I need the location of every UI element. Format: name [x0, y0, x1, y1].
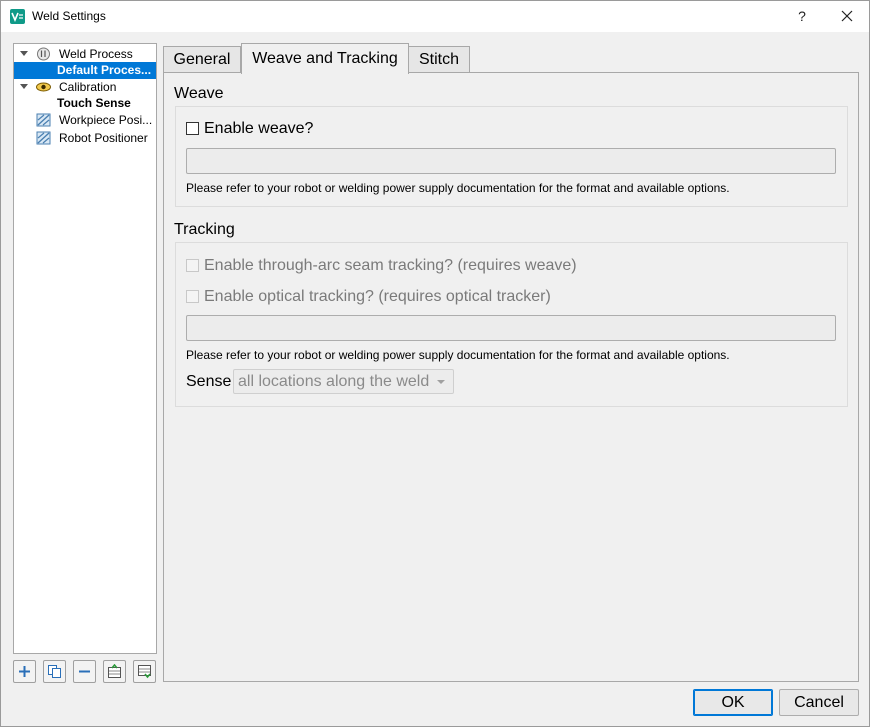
tree-item-robot-positioner[interactable]: Robot Positioner — [14, 130, 156, 146]
chevron-down-icon[interactable] — [20, 51, 28, 56]
copy-item-button[interactable] — [43, 660, 66, 683]
tab-general[interactable]: General — [163, 46, 241, 73]
positioner-icon — [36, 131, 51, 145]
enable-weave-label[interactable]: Enable weave? — [204, 120, 313, 138]
eye-icon — [36, 82, 51, 92]
tree-item-label: Touch Sense — [57, 96, 131, 110]
export-icon — [138, 665, 151, 679]
ok-button[interactable]: OK — [693, 689, 773, 716]
title-bar: Weld Settings ? — [1, 1, 869, 32]
through-arc-tracking-label[interactable]: Enable through-arc seam tracking? (requi… — [204, 257, 577, 275]
help-button[interactable]: ? — [787, 4, 817, 28]
tree-item-label: Weld Process — [59, 47, 133, 61]
tree-item-label: Calibration — [59, 80, 117, 94]
cancel-button[interactable]: Cancel — [779, 689, 859, 716]
tree-item-default-process[interactable]: Default Proces... — [14, 62, 156, 79]
tree-item-label: Workpiece Posi... — [59, 113, 153, 127]
add-icon — [19, 666, 30, 677]
tab-weave-and-tracking[interactable]: Weave and Tracking — [241, 43, 409, 74]
optical-tracking-label[interactable]: Enable optical tracking? (requires optic… — [204, 288, 551, 306]
tracking-parameters-field[interactable] — [186, 315, 836, 341]
weave-parameters-field[interactable] — [186, 148, 836, 174]
chevron-down-icon[interactable] — [20, 84, 28, 89]
remove-icon — [79, 670, 90, 673]
remove-item-button[interactable] — [73, 660, 96, 683]
settings-tree[interactable]: Weld Process Default Proces... Calibrati… — [13, 43, 157, 654]
tracking-hint-text: Please refer to your robot or welding po… — [186, 348, 730, 362]
tree-item-label: Default Proces... — [57, 63, 152, 77]
optical-tracking-checkbox[interactable] — [186, 290, 199, 303]
through-arc-tracking-checkbox[interactable] — [186, 259, 199, 272]
tree-item-weld-process[interactable]: Weld Process — [14, 46, 156, 62]
enable-weave-checkbox[interactable] — [186, 122, 199, 135]
tree-item-label: Robot Positioner — [59, 131, 148, 145]
copy-icon — [48, 665, 61, 678]
export-item-button[interactable] — [133, 660, 156, 683]
sense-dropdown[interactable]: all locations along the weld — [233, 369, 454, 394]
tree-item-calibration[interactable]: Calibration — [14, 79, 156, 95]
weld-settings-dialog: Weld Settings ? Weld Process Default Pro… — [0, 0, 870, 727]
close-button[interactable] — [830, 4, 864, 28]
add-item-button[interactable] — [13, 660, 36, 683]
weave-section-title: Weave — [174, 85, 224, 102]
sense-label: Sense — [186, 373, 232, 390]
sense-selected-value: all locations along the weld — [238, 373, 430, 390]
positioner-icon — [36, 113, 51, 127]
tree-item-touch-sense[interactable]: Touch Sense — [14, 95, 156, 111]
tab-stitch[interactable]: Stitch — [408, 46, 470, 73]
import-item-button[interactable] — [103, 660, 126, 683]
import-icon — [108, 664, 121, 678]
window-title: Weld Settings — [32, 9, 106, 23]
tree-item-workpiece-positioner[interactable]: Workpiece Posi... — [14, 112, 156, 128]
app-icon — [10, 9, 25, 24]
close-icon — [841, 10, 853, 22]
weld-process-icon — [37, 47, 50, 61]
tracking-section-title: Tracking — [174, 221, 235, 238]
weave-hint-text: Please refer to your robot or welding po… — [186, 181, 730, 195]
chevron-down-icon — [437, 380, 445, 384]
